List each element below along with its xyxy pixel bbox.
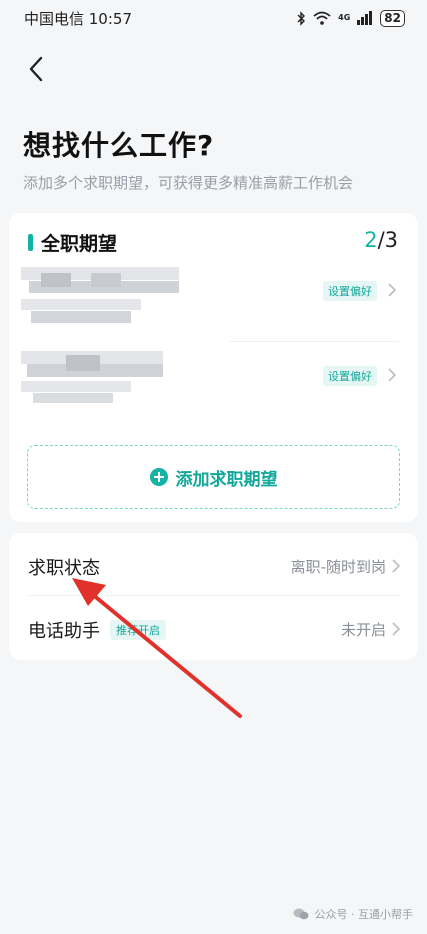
chevron-right-icon bbox=[388, 368, 397, 382]
watermark-text: 公众号 · 互通小帮手 bbox=[314, 908, 414, 921]
settings-card: 求职状态 离职-随时到岗 电话助手 推荐开启 未开启 bbox=[9, 533, 418, 660]
battery-icon: 82 bbox=[380, 9, 405, 27]
phone-assistant-row[interactable]: 电话助手 推荐开启 未开启 bbox=[9, 596, 418, 660]
carrier-time: 中国电信 10:57 bbox=[24, 9, 132, 28]
status-icons: 4G 82 bbox=[296, 9, 405, 27]
job-status-label: 求职状态 bbox=[28, 558, 100, 579]
expectation-count: 2/3 bbox=[364, 228, 398, 252]
job-status-row[interactable]: 求职状态 离职-随时到岗 bbox=[9, 533, 418, 595]
add-expectation-label: 添加求职期望 bbox=[175, 469, 278, 490]
expectation-item-2[interactable]: 设置偏好 bbox=[21, 351, 411, 411]
status-bar: 中国电信 10:57 4G 82 bbox=[0, 0, 427, 36]
wifi-icon bbox=[313, 11, 331, 25]
count-total: /3 bbox=[377, 228, 398, 252]
bluetooth-icon bbox=[297, 10, 306, 26]
count-current: 2 bbox=[364, 228, 378, 252]
chevron-right-icon bbox=[392, 622, 401, 636]
wechat-icon bbox=[293, 908, 308, 920]
section-title: 全职期望 bbox=[41, 233, 118, 255]
chevron-right-icon bbox=[392, 559, 401, 573]
set-preference-tag[interactable]: 设置偏好 bbox=[323, 366, 377, 386]
plus-circle-icon bbox=[149, 468, 168, 486]
set-preference-tag[interactable]: 设置偏好 bbox=[323, 281, 377, 301]
page-subtitle: 添加多个求职期望，可获得更多精准高薪工作机会 bbox=[23, 174, 354, 192]
expectation-item-1[interactable]: 设置偏好 bbox=[21, 267, 411, 337]
chevron-left-icon bbox=[29, 56, 43, 82]
network-type: 4G bbox=[338, 13, 351, 22]
phone-assistant-label: 电话助手 bbox=[28, 621, 100, 642]
job-status-value: 离职-随时到岗 bbox=[290, 558, 386, 576]
recommend-enable-tag: 推荐开启 bbox=[110, 620, 166, 640]
expectations-card: 全职期望 2/3 设置偏好 设置偏好 添加求职期望 bbox=[9, 213, 418, 522]
add-expectation-button[interactable]: 添加求职期望 bbox=[27, 445, 400, 509]
signal-icon bbox=[357, 11, 373, 25]
item-divider bbox=[229, 341, 399, 342]
section-accent-bar bbox=[28, 234, 33, 251]
back-button[interactable] bbox=[22, 52, 52, 86]
chevron-right-icon bbox=[388, 283, 397, 297]
phone-assistant-value: 未开启 bbox=[340, 621, 386, 639]
watermark: 公众号 · 互通小帮手 bbox=[293, 906, 414, 922]
page-title: 想找什么工作? bbox=[23, 129, 215, 162]
